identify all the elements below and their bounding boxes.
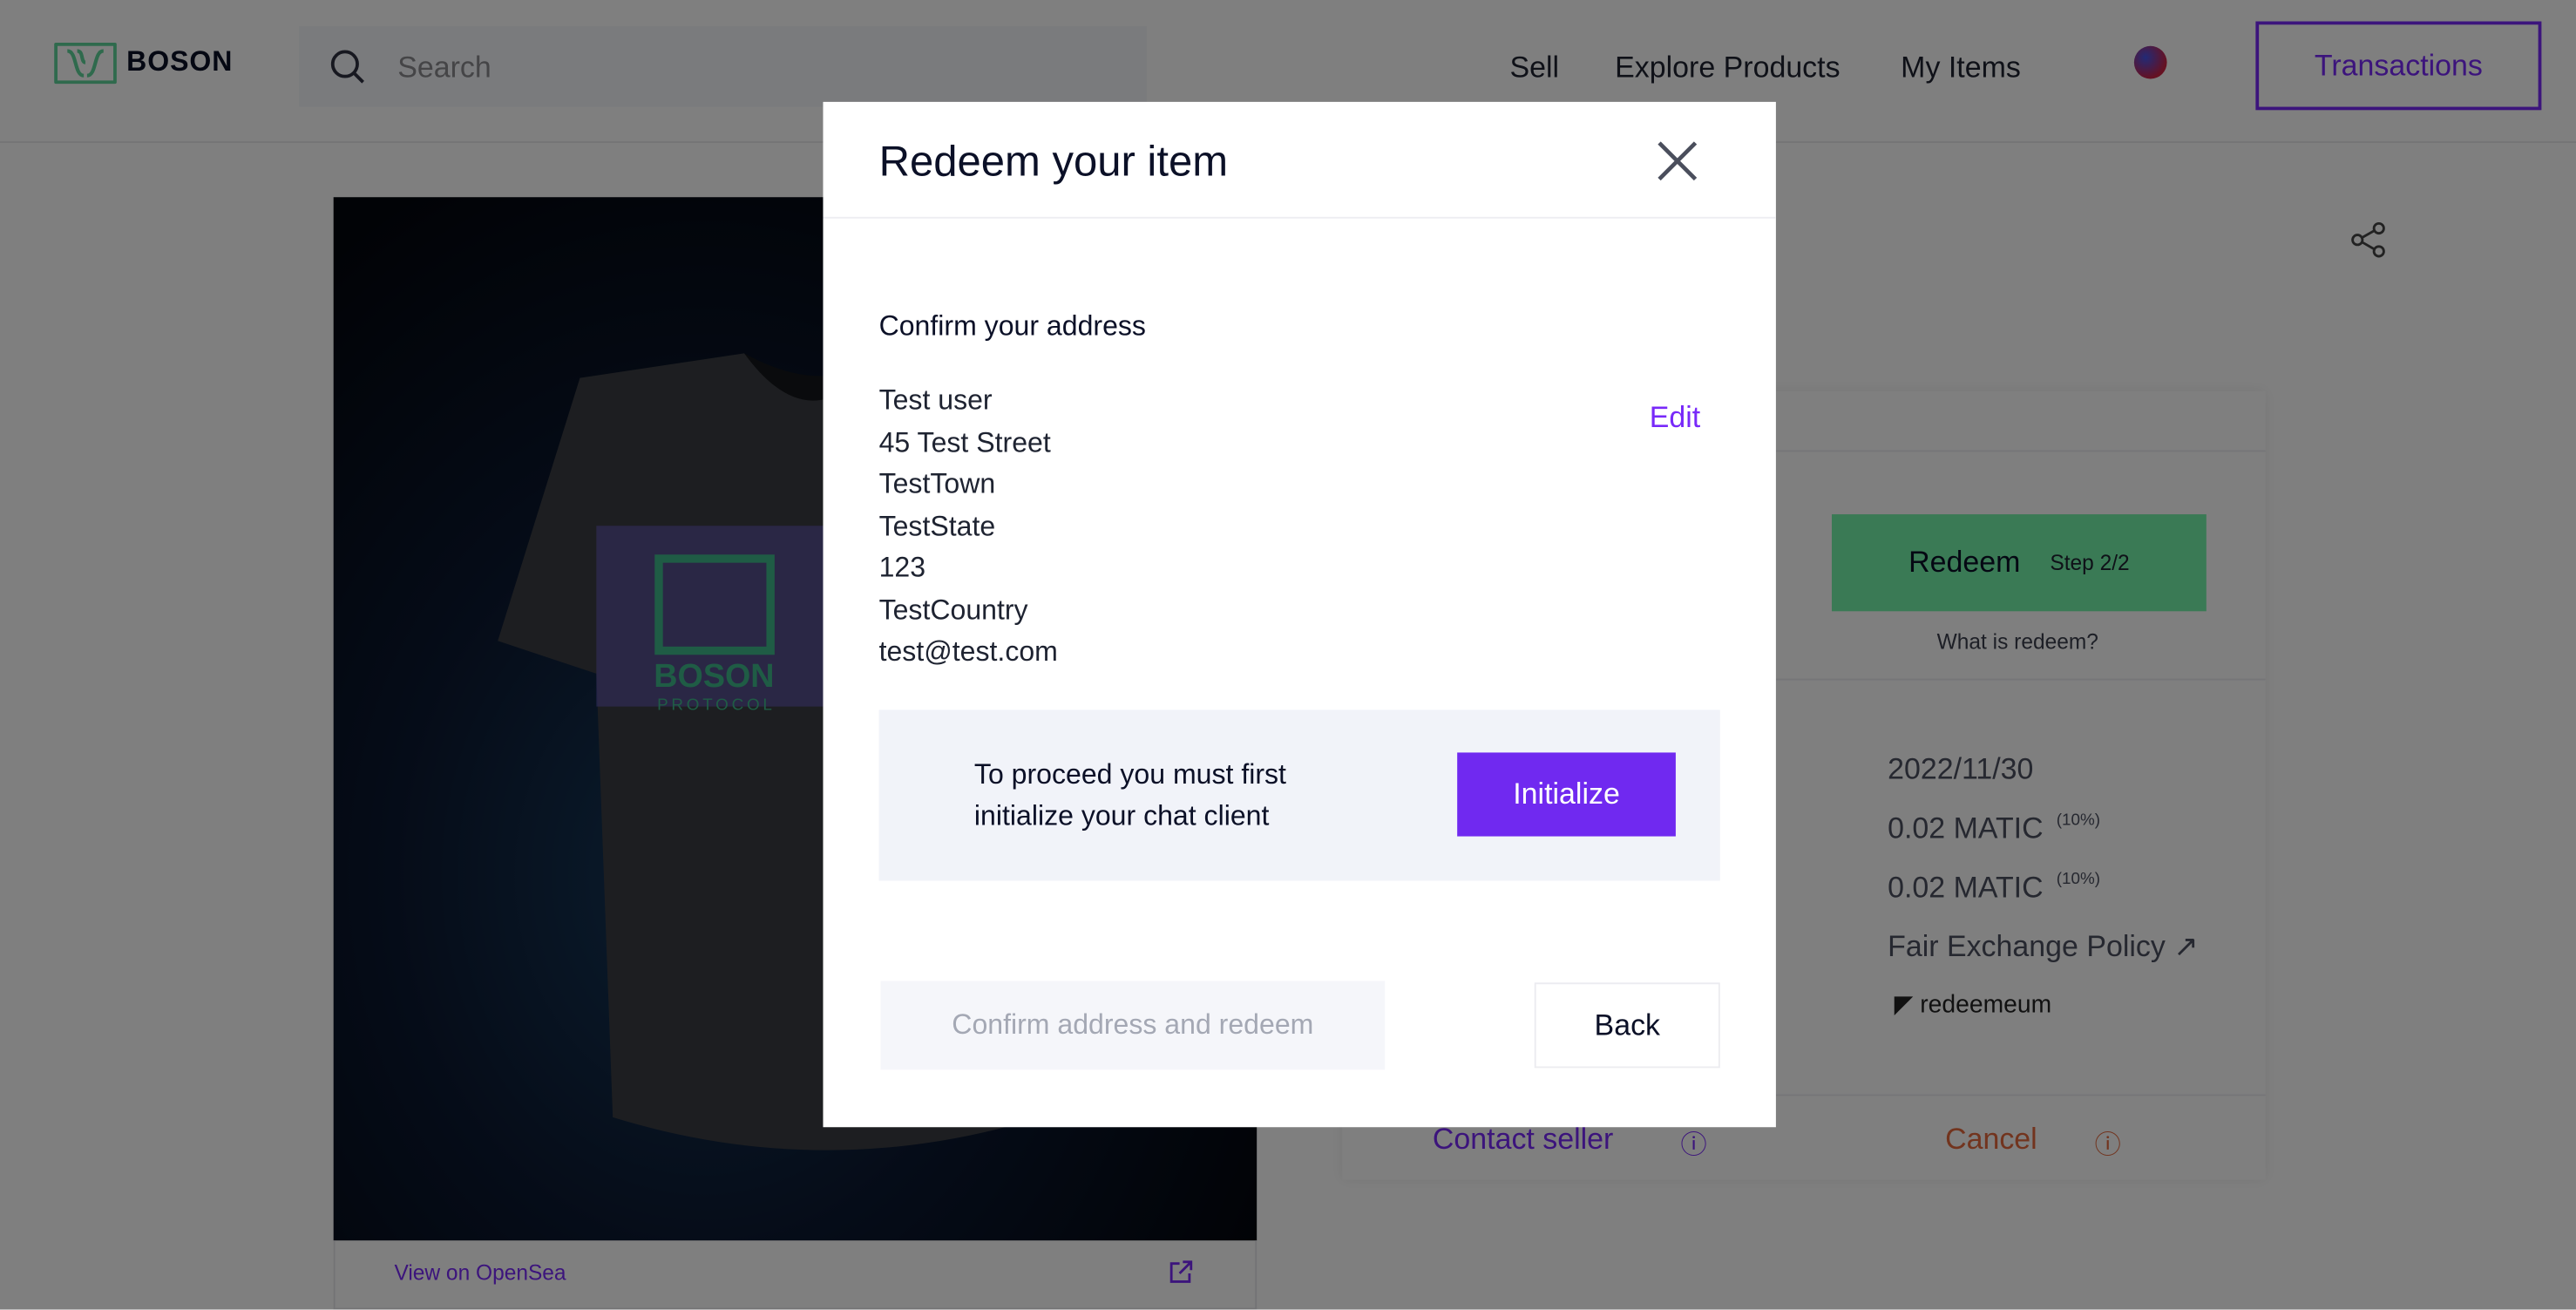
redeem-modal: Redeem your item Confirm your address Te… xyxy=(823,101,1776,1128)
modal-title: Redeem your item xyxy=(878,136,1229,187)
address-city: TestTown xyxy=(878,468,996,500)
address-street: 45 Test Street xyxy=(878,426,1051,458)
confirm-address-and-redeem-button[interactable]: Confirm address and redeem xyxy=(880,981,1386,1070)
address-block: Test user 45 Test Street TestTown TestSt… xyxy=(879,379,1058,673)
address-name: Test user xyxy=(878,384,993,416)
confirm-address-heading: Confirm your address xyxy=(878,310,1146,343)
initialize-button[interactable]: Initialize xyxy=(1457,752,1676,837)
address-state: TestState xyxy=(878,510,996,542)
address-email: test@test.com xyxy=(878,635,1058,668)
address-zip: 123 xyxy=(878,552,926,584)
chat-init-notice: To proceed you must first initialize you… xyxy=(878,709,1720,881)
edit-address-link[interactable]: Edit xyxy=(1650,401,1701,436)
chat-init-text: To proceed you must first initialize you… xyxy=(973,758,1286,831)
back-button[interactable]: Back xyxy=(1534,982,1720,1069)
close-icon[interactable] xyxy=(1654,138,1700,184)
address-country: TestCountry xyxy=(878,594,1028,626)
modal-header: Redeem your item xyxy=(823,102,1776,219)
